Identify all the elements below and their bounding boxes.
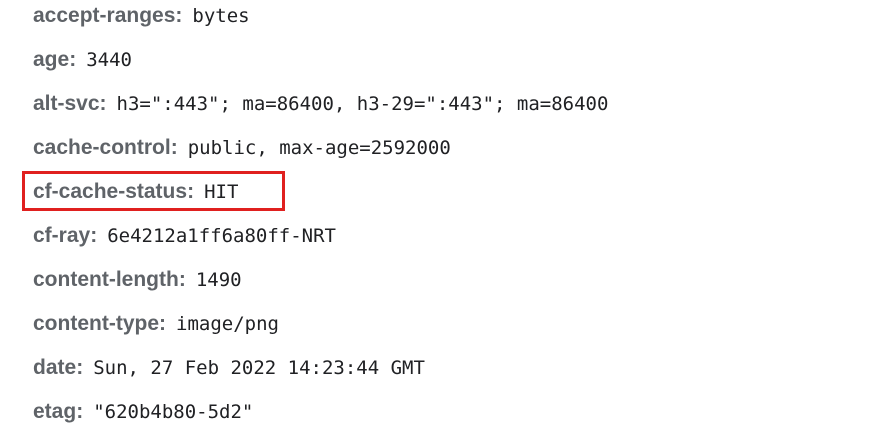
header-separator: : <box>99 92 107 115</box>
header-name: content-type <box>33 312 159 335</box>
header-value: 6e4212a1ff6a80ff-NRT <box>107 225 336 247</box>
header-value: image/png <box>176 313 279 335</box>
header-row-age: age:3440 <box>33 45 132 75</box>
header-separator: : <box>90 224 98 247</box>
header-row-accept-ranges: accept-ranges: bytes <box>33 1 250 31</box>
header-separator: : <box>76 400 84 423</box>
header-separator: : <box>159 312 166 335</box>
header-value: 3440 <box>86 49 132 71</box>
header-name: alt-svc <box>33 92 100 115</box>
header-row-alt-svc: alt-svc: h3=":443"; ma=86400, h3-29=":443… <box>33 89 608 119</box>
header-name: accept-ranges <box>33 4 176 27</box>
header-value: bytes <box>192 5 250 27</box>
header-separator: : <box>178 268 186 291</box>
header-row-content-type: content-type: image/png <box>33 309 279 339</box>
header-value: Sun, 27 Feb 2022 14:23:44 GMT <box>93 357 425 379</box>
header-value: h3=":443"; ma=86400, h3-29=":443"; ma=86… <box>116 93 609 115</box>
header-separator: : <box>69 48 77 71</box>
header-separator: : <box>170 136 178 159</box>
header-row-date: date: Sun, 27 Feb 2022 14:23:44 GMT <box>33 353 425 383</box>
header-separator: : <box>76 356 84 379</box>
header-row-cf-ray: cf-ray:6e4212a1ff6a80ff-NRT <box>33 221 336 251</box>
header-name: date <box>33 356 77 379</box>
header-value: "620b4b80-5d2" <box>93 401 254 423</box>
highlight-box <box>22 171 285 211</box>
header-name: cf-ray <box>33 224 91 247</box>
header-name: etag <box>33 400 77 423</box>
header-value: 1490 <box>195 269 242 291</box>
header-row-content-length: content-length:1490 <box>33 265 242 295</box>
header-name: cache-control <box>33 136 171 159</box>
header-separator: : <box>175 4 183 27</box>
header-value: public, max-age=2592000 <box>187 137 451 159</box>
header-name: age <box>33 48 70 71</box>
header-row-etag: etag: "620b4b80-5d2" <box>33 397 253 427</box>
header-row-cache-control: cache-control: public, max-age=2592000 <box>33 133 451 163</box>
header-name: content-length <box>33 268 179 291</box>
